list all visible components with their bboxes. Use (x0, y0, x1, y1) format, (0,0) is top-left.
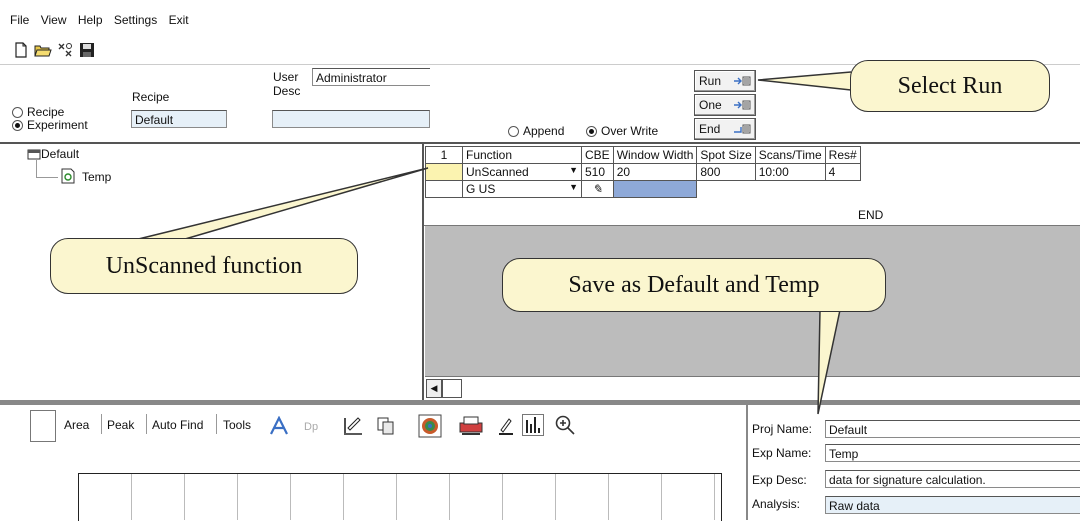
callout-unscanned-function: UnScanned function (50, 238, 358, 294)
callout-save-as: Save as Default and Temp (502, 258, 886, 312)
callout-select-run: Select Run (850, 60, 1050, 112)
